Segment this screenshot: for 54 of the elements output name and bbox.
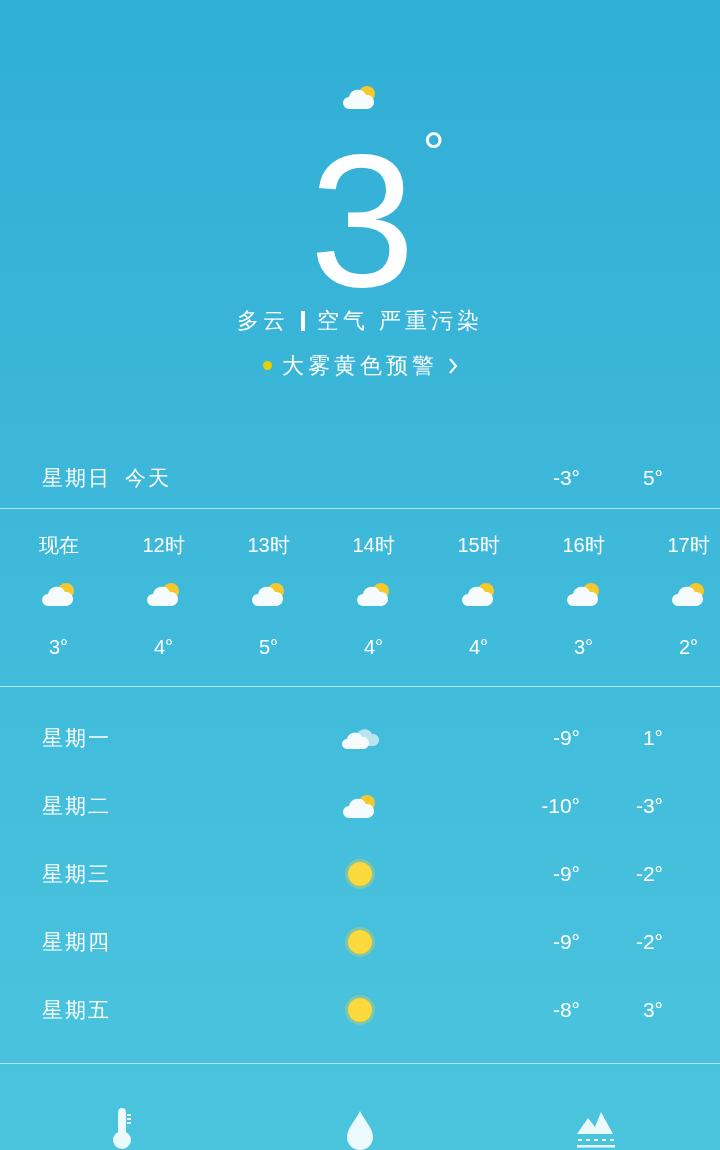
low-temperature: -3° (551, 465, 580, 492)
partly-cloudy-icon (342, 793, 378, 819)
partly-cloudy-icon (355, 581, 392, 607)
weather-alert-link[interactable]: 大雾黄色预警 (262, 349, 458, 382)
partly-cloudy-icon (250, 581, 287, 607)
high-temperature: 1° (641, 725, 663, 752)
hour-temperature: 4° (363, 635, 384, 660)
hour-label: 12时 (142, 533, 185, 558)
hour-label: 17时 (667, 533, 710, 558)
low-temperature: -9° (551, 861, 580, 888)
low-temperature: -9° (551, 929, 580, 956)
high-temperature: -3° (634, 793, 663, 820)
day-name: 星期日 (42, 465, 111, 492)
chevron-icon (447, 356, 458, 375)
hour-label: 13时 (247, 533, 290, 558)
partly-cloudy-icon (460, 581, 497, 607)
hour-temperature: 4° (468, 635, 489, 660)
weather-condition: 多云 (236, 307, 289, 335)
day-name: 星期四 (42, 929, 112, 956)
sun-icon (344, 858, 376, 890)
degree-sign: ° (422, 124, 445, 180)
today-label: 今天 (125, 465, 171, 492)
sun-icon (344, 994, 376, 1026)
high-temperature: 5° (641, 465, 663, 492)
day-name: 星期二 (42, 793, 112, 820)
hour-temperature: 2° (678, 635, 699, 660)
hour-label: 15时 (457, 533, 500, 558)
alert-text: 大雾黄色预警 (281, 352, 438, 380)
hour-label: 14时 (352, 533, 395, 558)
day-name: 星期三 (42, 861, 112, 888)
high-temperature: -2° (634, 861, 663, 888)
hour-label: 16时 (562, 533, 605, 558)
low-temperature: -9° (551, 725, 580, 752)
partly-cloudy-icon (565, 581, 602, 607)
air-quality: 空气 严重污染 (316, 307, 484, 335)
cloud-icon (341, 726, 379, 750)
partly-cloudy-icon (145, 581, 182, 607)
high-temperature: -2° (634, 929, 663, 956)
hour-label: 现在 (38, 533, 79, 558)
sun-icon (344, 926, 376, 958)
hour-temperature: 3° (573, 635, 594, 660)
day-name: 星期一 (42, 725, 112, 752)
partly-cloudy-icon (342, 84, 378, 110)
low-temperature: -8° (551, 997, 580, 1024)
partly-cloudy-icon (40, 581, 77, 607)
hour-temperature: 4° (153, 635, 174, 660)
hour-temperature: 3° (48, 635, 69, 660)
day-name: 星期五 (42, 997, 112, 1024)
separator-bar (300, 310, 305, 331)
low-temperature: -10° (540, 793, 580, 820)
hour-temperature: 5° (258, 635, 279, 660)
partly-cloudy-icon (670, 581, 707, 607)
high-temperature: 3° (641, 997, 663, 1024)
temperature-value: 3 (309, 150, 411, 290)
